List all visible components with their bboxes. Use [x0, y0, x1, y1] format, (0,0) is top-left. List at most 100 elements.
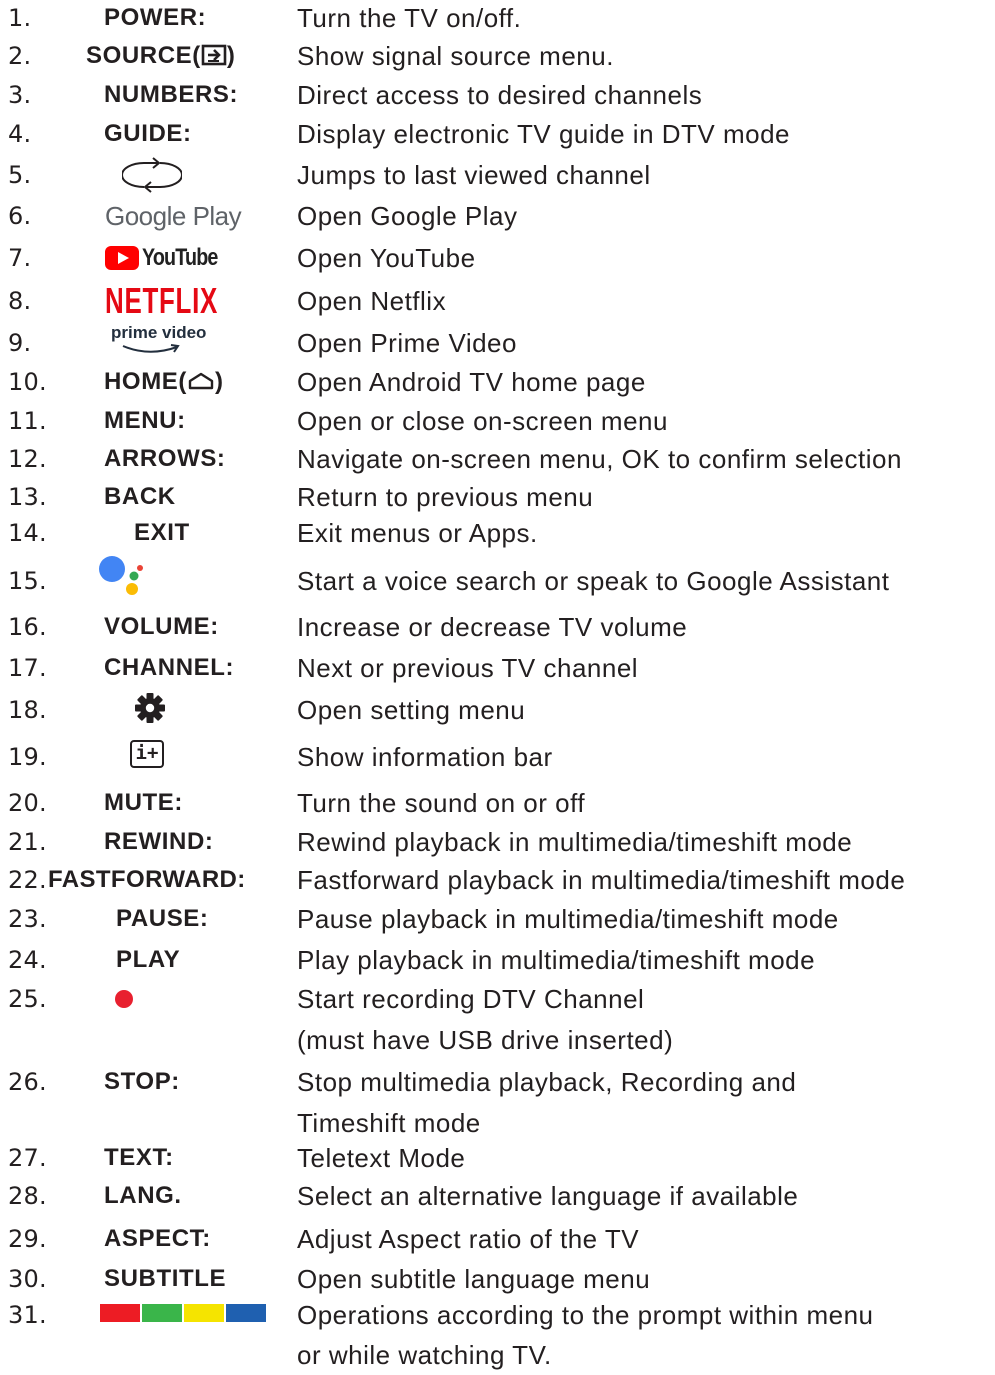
key-label: PAUSE: — [116, 905, 209, 932]
key-label: ASPECT: — [104, 1225, 211, 1252]
item-description: Next or previous TV channel — [297, 653, 639, 683]
green-key-swatch — [142, 1304, 182, 1322]
item-number: 14. — [8, 519, 47, 547]
gear-icon — [135, 693, 165, 723]
item-number: 13. — [8, 483, 47, 511]
item-description: Select an alternative language if availa… — [297, 1181, 799, 1211]
remote-item-channel: 17. CHANNEL: Next or previous TV channel — [0, 648, 995, 688]
item-number: 11. — [8, 407, 47, 435]
yellow-key-swatch — [184, 1304, 224, 1322]
key-label: SOURCE() — [86, 42, 236, 69]
remote-item-record: 25. Start recording DTV Channel (must ha… — [0, 979, 995, 1055]
remote-item-source: 2. SOURCE() Show signal source menu. — [0, 36, 995, 76]
item-description: Operations according to the prompt withi… — [297, 1300, 874, 1330]
remote-item-assistant: 15. Start a voice search or speak to Goo… — [0, 556, 995, 601]
item-number: 24. — [8, 946, 47, 974]
item-number: 20. — [8, 789, 47, 817]
key-label: FASTFORWARD: — [48, 866, 246, 893]
remote-item-back: 13. BACK Return to previous menu — [0, 477, 995, 517]
key-label: GUIDE: — [104, 120, 192, 147]
item-number: 8. — [8, 287, 32, 315]
item-number: 29. — [8, 1225, 47, 1253]
remote-item-aspect: 29. ASPECT: Adjust Aspect ratio of the T… — [0, 1219, 995, 1259]
key-label: TEXT: — [104, 1144, 174, 1171]
item-description: Return to previous menu — [297, 482, 594, 512]
home-icon — [188, 372, 214, 390]
item-description: Display electronic TV guide in DTV mode — [297, 119, 791, 149]
remote-item-home: 10. HOME() Open Android TV home page — [0, 362, 995, 402]
item-number: 17. — [8, 654, 47, 682]
item-description: Open Prime Video — [297, 328, 517, 358]
key-label: POWER: — [104, 4, 207, 31]
google-play-logo: Google Play — [105, 201, 242, 231]
item-number: 10. — [8, 368, 47, 396]
remote-item-rewind: 21. REWIND: Rewind playback in multimedi… — [0, 822, 995, 862]
item-number: 15. — [8, 567, 47, 595]
item-number: 9. — [8, 329, 32, 357]
item-description: Open Google Play — [297, 201, 518, 231]
item-description: Teletext Mode — [297, 1143, 466, 1173]
item-number: 22. — [8, 866, 47, 894]
item-description: Adjust Aspect ratio of the TV — [297, 1224, 640, 1254]
key-label: VOLUME: — [104, 613, 219, 640]
item-description-continued: Timeshift mode — [297, 1108, 481, 1138]
remote-item-info: 19. i+ Show information bar — [0, 737, 995, 777]
remote-item-arrows: 12. ARROWS: Navigate on-screen menu, OK … — [0, 439, 995, 479]
netflix-logo: NETFLIX — [105, 280, 219, 321]
item-description: Stop multimedia playback, Recording and — [297, 1067, 797, 1097]
item-description-continued: or while watching TV. — [297, 1340, 552, 1370]
item-number: 6. — [8, 202, 32, 230]
info-plus-icon: i+ — [130, 740, 164, 768]
key-label: NUMBERS: — [104, 81, 239, 108]
remote-item-lang: 28. LANG. Select an alternative language… — [0, 1176, 995, 1216]
item-number: 19. — [8, 743, 47, 771]
item-number: 25. — [8, 985, 47, 1013]
item-number: 26. — [8, 1068, 47, 1096]
key-label: CHANNEL: — [104, 654, 235, 681]
key-label: REWIND: — [104, 828, 214, 855]
item-description: Open subtitle language menu — [297, 1264, 651, 1294]
item-description: Pause playback in multimedia/timeshift m… — [297, 904, 839, 934]
key-label: HOME() — [104, 368, 224, 395]
source-input-icon — [201, 44, 227, 66]
item-description: Rewind playback in multimedia/timeshift … — [297, 827, 853, 857]
item-number: 30. — [8, 1265, 47, 1293]
key-label: STOP: — [104, 1068, 180, 1095]
item-number: 3. — [8, 81, 32, 109]
key-label: EXIT — [134, 519, 190, 546]
item-description: Open setting menu — [297, 695, 526, 725]
remote-item-mute: 20. MUTE: Turn the sound on or off — [0, 783, 995, 823]
item-number: 31. — [8, 1301, 47, 1329]
item-description: Play playback in multimedia/timeshift mo… — [297, 945, 816, 975]
item-description: Start recording DTV Channel — [297, 984, 645, 1014]
item-description: Increase or decrease TV volume — [297, 612, 688, 642]
remote-item-play: 24. PLAY Play playback in multimedia/tim… — [0, 940, 995, 980]
item-description: Turn the TV on/off. — [297, 3, 522, 33]
remote-item-youtube: 7. YouTube Open YouTube — [0, 238, 995, 278]
item-description: Fastforward playback in multimedia/times… — [297, 865, 906, 895]
item-number: 28. — [8, 1182, 47, 1210]
item-description: Open Netflix — [297, 286, 447, 316]
key-label: MENU: — [104, 407, 186, 434]
item-description: Navigate on-screen menu, OK to confirm s… — [297, 444, 902, 474]
item-description: Open Android TV home page — [297, 367, 646, 397]
item-description: Open YouTube — [297, 243, 476, 273]
youtube-play-icon — [105, 246, 139, 270]
prime-video-logo: prime video — [111, 323, 206, 357]
key-label: ARROWS: — [104, 445, 226, 472]
key-label: SUBTITLE — [104, 1265, 227, 1292]
item-description: Exit menus or Apps. — [297, 518, 538, 548]
remote-item-netflix: 8. NETFLIX Open Netflix — [0, 281, 995, 321]
remote-item-settings: 18. Open setting menu — [0, 690, 995, 730]
item-description: Jumps to last viewed channel — [297, 160, 651, 190]
item-description: Show signal source menu. — [297, 41, 614, 71]
item-number: 7. — [8, 244, 32, 272]
item-number: 4. — [8, 120, 32, 148]
item-description: Start a voice search or speak to Google … — [297, 566, 890, 596]
item-number: 16. — [8, 613, 47, 641]
item-number: 1. — [8, 4, 32, 32]
item-number: 2. — [8, 42, 32, 70]
last-channel-icon — [122, 157, 182, 193]
remote-item-text: 27. TEXT: Teletext Mode — [0, 1138, 995, 1178]
remote-item-last-channel: 5. Jumps to last viewed channel — [0, 155, 995, 195]
